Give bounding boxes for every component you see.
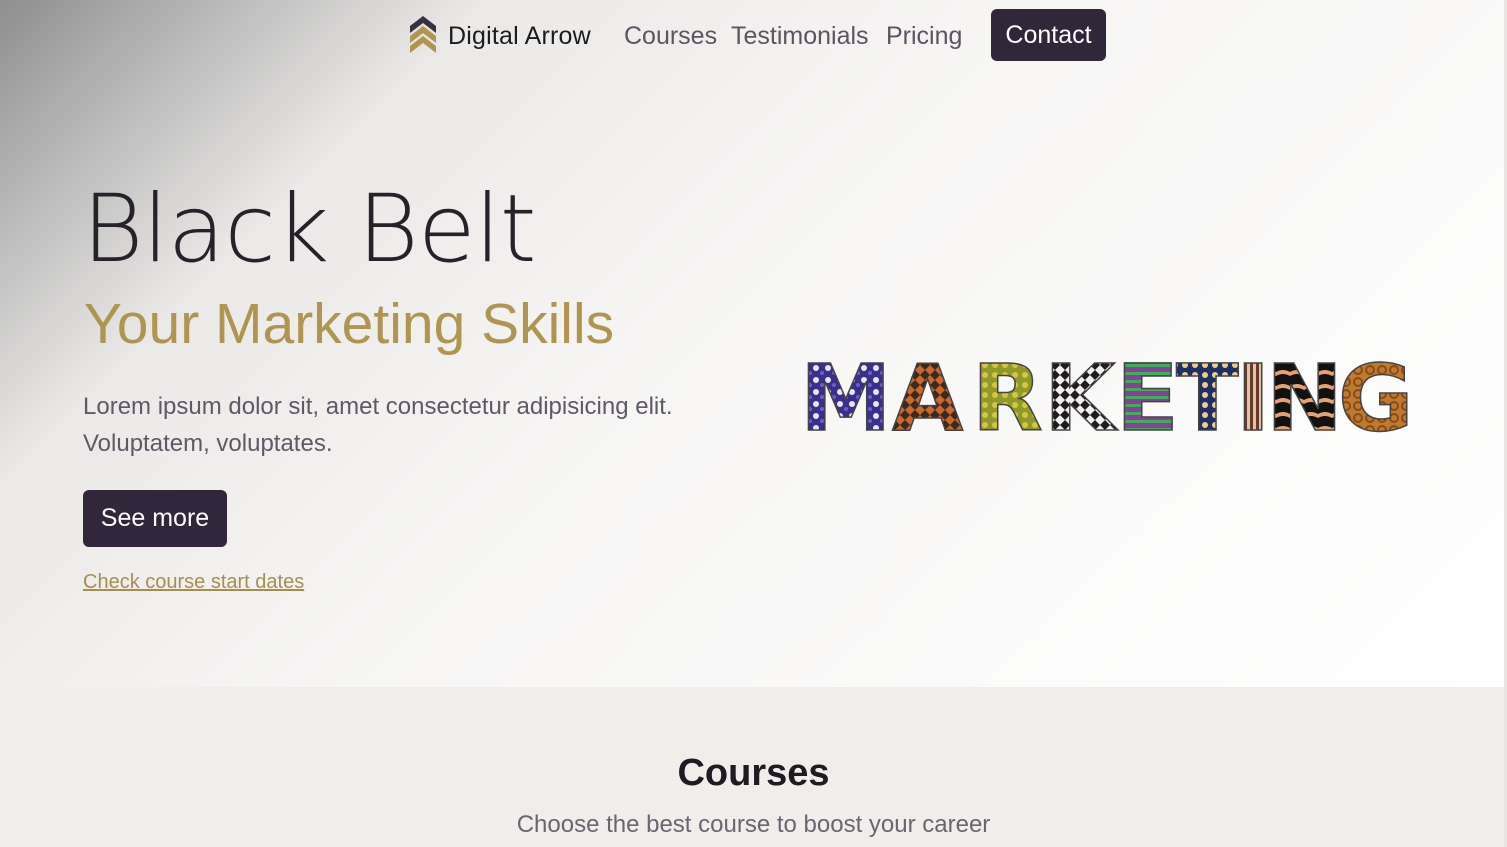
courses-section: Courses Choose the best course to boost … (0, 687, 1507, 847)
courses-subtitle: Choose the best course to boost your car… (516, 811, 991, 838)
svg-text:E: E (1116, 345, 1179, 440)
contact-button[interactable]: Contact (991, 9, 1106, 61)
marketing-artwork: M A R K E T I N G (800, 344, 1410, 440)
nav-link-courses[interactable]: Courses (624, 20, 717, 52)
course-dates-link[interactable]: Check course start dates (83, 571, 304, 594)
navbar: Digital Arrow Courses Testimonials Prici… (0, 0, 1507, 72)
svg-text:G: G (1338, 345, 1410, 440)
brand-name: Digital Arrow (448, 21, 591, 50)
brand-link[interactable]: Digital Arrow (408, 14, 591, 58)
hero-description: Lorem ipsum dolor sit, amet consectetur … (83, 393, 673, 457)
hero-title: Black Belt (82, 175, 537, 284)
svg-text:K: K (1044, 345, 1119, 440)
svg-text:M: M (800, 345, 892, 440)
svg-text:T: T (1176, 345, 1239, 440)
double-chevron-up-icon (410, 16, 436, 53)
svg-text:R: R (972, 345, 1043, 440)
see-more-button[interactable]: See more (83, 490, 227, 547)
nav-link-pricing[interactable]: Pricing (886, 20, 962, 52)
svg-text:A: A (892, 345, 963, 440)
courses-title: Courses (677, 752, 830, 794)
nav-link-testimonials[interactable]: Testimonials (731, 20, 869, 52)
svg-text:N: N (1266, 345, 1343, 440)
hero-subtitle: Your Marketing Skills (84, 292, 615, 356)
